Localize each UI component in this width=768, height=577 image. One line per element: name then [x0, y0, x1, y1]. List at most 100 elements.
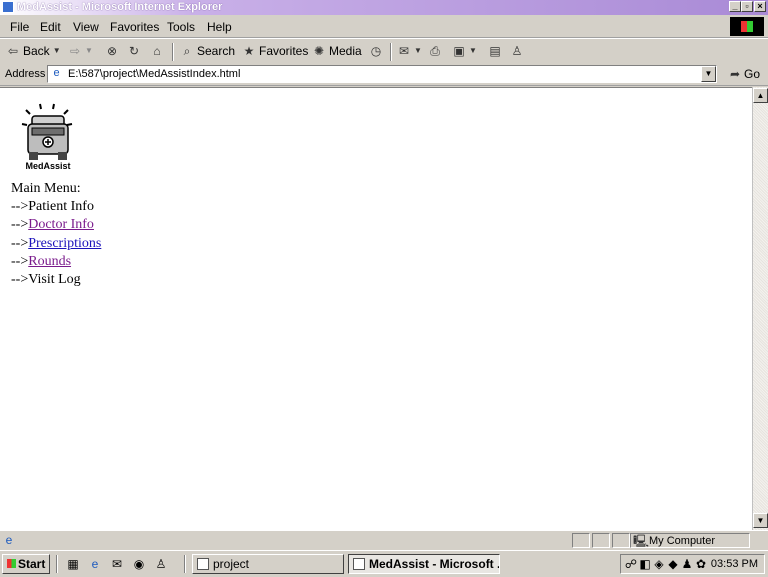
- home-button[interactable]: ⌂: [150, 44, 164, 58]
- address-bar: Address e E:\587\project\MedAssistIndex.…: [0, 64, 768, 86]
- menu-arrow: -->: [11, 217, 29, 232]
- prescriptions-link[interactable]: Prescriptions: [28, 236, 101, 251]
- menu-arrow: -->: [11, 272, 29, 287]
- visit-log-label: Visit Log: [28, 272, 81, 287]
- mail-button[interactable]: ✉ ▼: [397, 44, 422, 58]
- menu-arrow: -->: [11, 254, 29, 269]
- menu-favorites[interactable]: Favorites: [110, 20, 159, 34]
- menu-view[interactable]: View: [73, 20, 99, 34]
- menu-tools[interactable]: Tools: [167, 20, 195, 34]
- start-button[interactable]: Start: [2, 554, 50, 574]
- tray-app-icon[interactable]: ◈: [652, 557, 666, 571]
- menu-help[interactable]: Help: [207, 20, 232, 34]
- back-button[interactable]: ⇦ Back ▼: [6, 44, 61, 58]
- task-medassist[interactable]: MedAssist - Microsoft ...: [348, 554, 500, 574]
- menu-item-prescriptions: -->Prescriptions: [11, 236, 101, 252]
- minimize-button[interactable]: _: [729, 1, 741, 12]
- messenger-quicklaunch-icon[interactable]: ♙: [154, 557, 168, 571]
- toolbar-separator: [390, 43, 392, 61]
- media-button[interactable]: ✺ Media: [312, 44, 362, 58]
- forward-button[interactable]: ⇨ ▼: [68, 44, 93, 58]
- stop-button[interactable]: ⊗: [105, 44, 119, 58]
- home-icon: ⌂: [153, 44, 161, 58]
- edit-icon: ▣: [453, 44, 465, 58]
- favorites-button[interactable]: ★ Favorites: [242, 44, 309, 58]
- messenger-button[interactable]: ♙: [510, 44, 524, 58]
- tray-volume-icon[interactable]: ◧: [638, 557, 652, 571]
- task-label: project: [213, 557, 250, 571]
- page-icon: e: [53, 67, 60, 79]
- print-button[interactable]: ⎙: [428, 44, 442, 58]
- toolbar: ⇦ Back ▼ ⇨ ▼ ⊗ ↻ ⌂ ⌕ Search ★ Favorites …: [0, 38, 768, 65]
- computer-icon: 🖳: [633, 534, 650, 548]
- show-desktop-icon[interactable]: ▦: [66, 557, 80, 571]
- search-button[interactable]: ⌕ Search: [180, 44, 235, 58]
- patient-info-label: Patient Info: [28, 199, 94, 214]
- taskbar-separator: [184, 555, 186, 573]
- history-button[interactable]: ◷: [369, 44, 383, 58]
- maximize-button[interactable]: ▫: [741, 1, 753, 12]
- menu-bar: File Edit View Favorites Tools Help: [0, 16, 768, 38]
- chevron-down-icon: ▼: [469, 46, 477, 55]
- status-text-pane: [4, 533, 570, 548]
- tray-app-icon[interactable]: ✿: [694, 557, 708, 571]
- back-arrow-icon: ⇦: [7, 44, 19, 58]
- media-player-icon[interactable]: ◉: [132, 557, 146, 571]
- menu-item-visit-log: -->Visit Log: [11, 272, 81, 288]
- chevron-down-icon: ▼: [85, 46, 93, 55]
- page-content: MedAssist Main Menu: -->Patient Info -->…: [0, 87, 752, 531]
- discuss-button[interactable]: ▤: [488, 44, 502, 58]
- address-dropdown-button[interactable]: ▼: [701, 66, 716, 82]
- close-button[interactable]: ×: [754, 1, 766, 12]
- go-button[interactable]: ➦ Go: [728, 67, 760, 81]
- messenger-icon: ♙: [511, 44, 523, 58]
- taskbar-clock[interactable]: 03:53 PM: [711, 558, 758, 570]
- chevron-down-icon: ▼: [414, 46, 422, 55]
- address-label: Address: [5, 68, 46, 80]
- tray-app-icon[interactable]: ◆: [666, 557, 680, 571]
- status-pane: [612, 533, 630, 548]
- windows-logo-icon: [730, 17, 764, 36]
- tray-app-icon[interactable]: ♟: [680, 557, 694, 571]
- refresh-button[interactable]: ↻: [127, 44, 141, 58]
- menu-item-doctor-info: -->Doctor Info: [11, 217, 94, 233]
- doctor-info-link[interactable]: Doctor Info: [28, 217, 94, 232]
- edit-button[interactable]: ▣ ▼: [452, 44, 477, 58]
- refresh-icon: ↻: [128, 44, 140, 58]
- menu-item-patient-info: -->Patient Info: [11, 199, 94, 215]
- search-icon: ⌕: [183, 44, 191, 58]
- menu-file[interactable]: File: [10, 20, 29, 34]
- status-bar: e 🖳 My Computer: [0, 530, 768, 550]
- toolbar-separator: [172, 43, 174, 61]
- rounds-link[interactable]: Rounds: [28, 254, 71, 269]
- media-icon: ✺: [313, 44, 325, 58]
- taskbar: Start ▦ e ✉ ◉ ♙ project MedAssist - Micr…: [0, 550, 768, 577]
- outlook-icon[interactable]: ✉: [110, 557, 124, 571]
- mail-icon: ✉: [398, 44, 410, 58]
- taskbar-separator: [56, 555, 58, 573]
- address-url[interactable]: E:\587\project\MedAssistIndex.html: [68, 68, 240, 80]
- back-label: Back: [23, 44, 50, 58]
- scroll-down-button[interactable]: ▼: [753, 513, 768, 528]
- ie-quicklaunch-icon[interactable]: e: [88, 557, 102, 571]
- vertical-scrollbar[interactable]: ▲ ▼: [752, 87, 768, 530]
- forward-arrow-icon: ⇨: [69, 44, 81, 58]
- folder-icon: [197, 558, 209, 570]
- address-input[interactable]: e E:\587\project\MedAssistIndex.html ▼: [47, 65, 717, 83]
- task-label: MedAssist - Microsoft ...: [369, 557, 500, 571]
- main-menu-title: Main Menu:: [11, 181, 81, 196]
- zone-label: My Computer: [649, 535, 716, 547]
- tray-network-icon[interactable]: ☍: [624, 557, 638, 571]
- menu-arrow: -->: [11, 236, 29, 251]
- menu-edit[interactable]: Edit: [40, 20, 61, 34]
- go-arrow-icon: ➦: [729, 67, 741, 81]
- print-icon: ⎙: [430, 44, 440, 58]
- menu-item-rounds: -->Rounds: [11, 254, 71, 270]
- scroll-up-button[interactable]: ▲: [753, 88, 768, 103]
- ie-app-icon[interactable]: [2, 1, 14, 13]
- task-project[interactable]: project: [192, 554, 344, 574]
- security-zone-pane: 🖳 My Computer: [630, 533, 750, 548]
- status-pane: [592, 533, 610, 548]
- chevron-down-icon[interactable]: ▼: [53, 44, 61, 58]
- media-label: Media: [329, 44, 362, 58]
